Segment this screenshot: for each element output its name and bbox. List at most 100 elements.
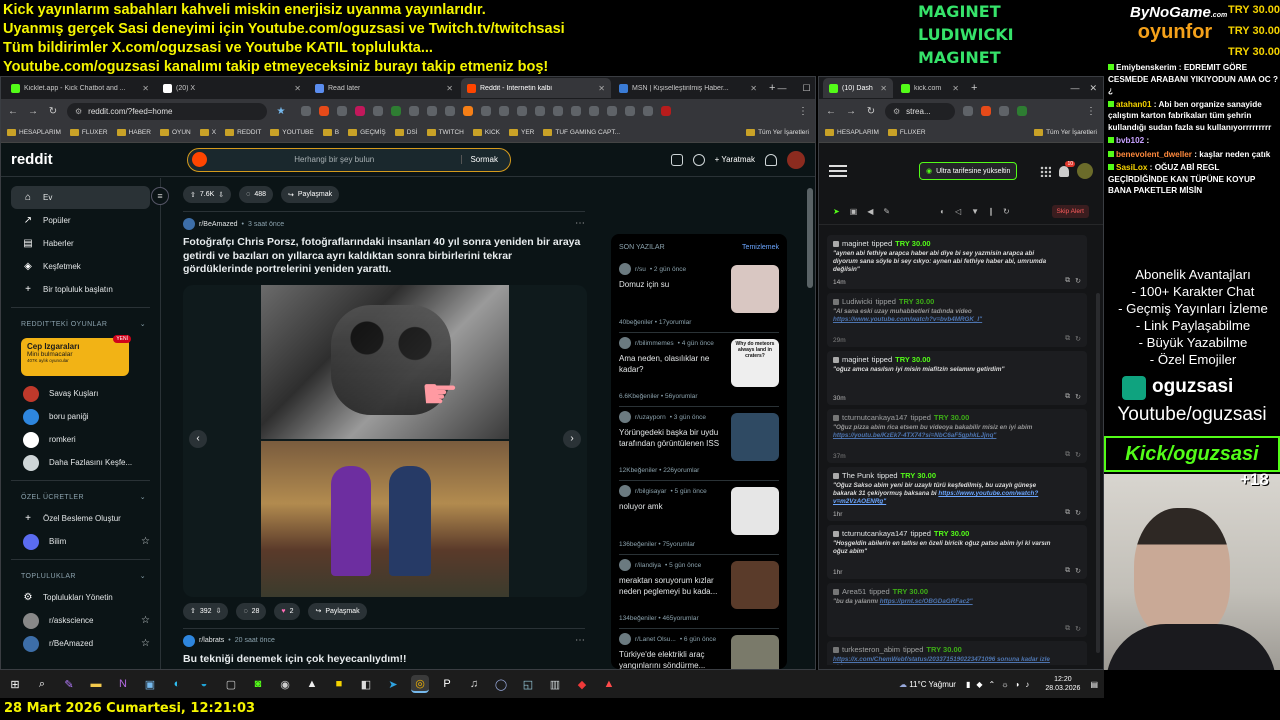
games-heading[interactable]: REDDIT'TEKİ OYUNLAR ⌄ <box>11 314 150 334</box>
search-icon[interactable]: ⌕ <box>33 675 51 693</box>
send-icon[interactable]: ➤ <box>833 207 840 216</box>
bookmark-item[interactable]: FLUXER <box>887 129 926 136</box>
bookmark-item[interactable]: X <box>199 129 216 136</box>
post-subreddit[interactable]: r/BeAmazed <box>199 221 238 228</box>
reload-icon[interactable]: ↻ <box>865 106 877 117</box>
extension-icon[interactable] <box>571 106 581 116</box>
xbox-icon[interactable]: ◙ <box>249 675 267 693</box>
bookmark-item[interactable]: HABER <box>116 129 151 136</box>
extension-icon[interactable] <box>391 106 401 116</box>
streamer-icon[interactable]: ▲ <box>600 675 618 693</box>
extension-icon[interactable] <box>999 106 1009 116</box>
extension-icon[interactable] <box>553 106 563 116</box>
more-options-icon[interactable]: ⋯ <box>575 635 585 646</box>
trello-icon[interactable]: ▥ <box>546 675 564 693</box>
create-button[interactable]: + Yaratmak <box>715 155 755 164</box>
unity-icon[interactable]: ▲ <box>303 675 321 693</box>
shield-icon[interactable]: ◐ <box>940 207 945 216</box>
extension-icon[interactable] <box>319 106 329 116</box>
bookmark-star-icon[interactable]: ★ <box>275 106 287 117</box>
ask-button[interactable]: Sormak <box>461 155 506 164</box>
notification-bell-icon[interactable]: 10 <box>1059 160 1075 177</box>
sidebar-item[interactable]: Savaş Kuşları <box>11 382 150 405</box>
bookmark-item[interactable]: TUF GAMING CAPT... <box>543 129 620 136</box>
recent-post[interactable]: r/uzayporn • 3 gün önce Yörüngedeki başka … <box>619 407 779 481</box>
tip-message-link[interactable]: https://x.com/ChemWebf/status/2033715190… <box>833 656 1050 665</box>
gallery-prev-button[interactable]: ‹ <box>189 429 207 448</box>
copy-icon[interactable]: ⧉ <box>1065 335 1070 343</box>
recent-post[interactable]: r/Lanet Olsu... • 6 gün önce Türkiye'de el… <box>619 629 779 669</box>
post-gallery[interactable]: ☛ ‹ › <box>183 284 587 597</box>
apps-grid-icon[interactable] <box>1040 165 1051 177</box>
browser-tab[interactable]: Reddit - İnternetin kalbi ✕ <box>461 78 611 98</box>
weather-widget[interactable]: ☁ 11°C Yağmur <box>899 680 956 689</box>
reload-icon[interactable]: ↻ <box>47 106 59 117</box>
tip-alert[interactable]: Ludiwicki tipped TRY 30.00 "Al sana eski uz… <box>827 293 1087 347</box>
reddit-search[interactable]: Herhangi bir şey bulun Sormak <box>187 147 511 172</box>
scrollbar-thumb[interactable] <box>807 188 813 288</box>
tip-alert[interactable]: maginet tipped TRY 30.00 "oğuz amca nasılsı… <box>827 351 1087 405</box>
recent-post[interactable]: r/ilandiya • 5 gün önce meraktan soruyorum… <box>619 555 779 629</box>
back-icon[interactable]: ← <box>7 106 19 117</box>
comments-pill[interactable]: ◌ 28 <box>236 602 267 620</box>
extension-icon[interactable] <box>355 106 365 116</box>
recent-post[interactable]: r/su • 2 gün önce Domuz için su 40beğeniler… <box>619 259 779 333</box>
audio-icon[interactable]: ♫ <box>465 675 483 693</box>
copy-icon[interactable]: ⧉ <box>1065 451 1070 459</box>
megaphone-icon[interactable]: ◀ <box>867 207 873 216</box>
post-title[interactable]: Fotoğrafçı Chris Porsz, fotoğraflarındak… <box>183 236 585 277</box>
note-icon[interactable]: ◱ <box>519 675 537 693</box>
onenote-icon[interactable]: N <box>114 675 132 693</box>
new-tab-button[interactable]: + <box>971 82 977 94</box>
tip-message-link[interactable]: https://prnt.sc/OBGDaGRFac2" <box>880 598 973 605</box>
tab-close-icon[interactable]: ✕ <box>750 84 757 93</box>
explorer-icon[interactable]: ▬ <box>87 675 105 693</box>
hamburger-menu-icon[interactable] <box>829 165 847 177</box>
communities-heading[interactable]: TOPLULUKLAR ⌄ <box>11 566 150 586</box>
extension-icon[interactable] <box>661 106 671 116</box>
sidebar-item[interactable]: ▤ Haberler <box>11 232 150 255</box>
browser-tab[interactable]: MSN | Kişiselleştirilmiş Haber... ✕ <box>613 78 763 98</box>
ads-icon[interactable] <box>670 153 683 166</box>
bookmark-item[interactable]: FLUXER <box>69 129 108 136</box>
favorite-star-icon[interactable]: ☆ <box>141 615 150 626</box>
notification-center-icon[interactable]: ▤ <box>1090 680 1098 689</box>
extension-icon[interactable] <box>409 106 419 116</box>
p-icon[interactable]: P <box>438 675 456 693</box>
bookmark-item[interactable]: DSİ <box>394 129 418 136</box>
browser-tab[interactable]: (10) Dash ✕ <box>823 78 893 98</box>
sidebar-item[interactable]: Daha Fazlasını Keşfe... <box>11 451 150 474</box>
pause-icon[interactable]: ∥ <box>989 207 993 216</box>
tip-message-link[interactable]: https://youtu.be/KzEk7-4TX74?si=NbC6aF5g… <box>833 432 996 439</box>
bookmark-item[interactable]: HESAPLARIM <box>7 129 61 136</box>
bookmark-item[interactable]: YOUTUBE <box>270 129 314 136</box>
tip-message-link[interactable]: https://www.youtube.com/watch?v=bvb4MRGK… <box>833 316 982 323</box>
replay-icon[interactable]: ↻ <box>1075 393 1081 401</box>
copy-icon[interactable]: ⧉ <box>1065 509 1070 517</box>
bookmark-item[interactable]: KICK <box>472 129 500 136</box>
comments-pill[interactable]: ◌ 488 <box>239 186 274 203</box>
bookmark-item[interactable]: OYUN <box>159 129 191 136</box>
page-scrollbar[interactable] <box>807 178 813 669</box>
sticky-icon[interactable]: ■ <box>330 675 348 693</box>
post-title[interactable]: Bu tekniği denemek için çok heyecanlıydı… <box>183 653 585 665</box>
chrome-icon[interactable]: ◎ <box>411 675 429 693</box>
extension-icon[interactable] <box>499 106 509 116</box>
maximize-icon[interactable]: ☐ <box>802 83 810 94</box>
share-pill[interactable]: ↪ Paylaşmak <box>308 602 367 620</box>
post-card[interactable]: r/labrats • 20 saat önce ⋯ Bu tekniği de… <box>169 629 599 670</box>
brush-icon[interactable]: ✎ <box>883 207 890 216</box>
extension-icon[interactable] <box>981 106 991 116</box>
sidebar-item[interactable]: Bilim ☆ <box>11 530 150 553</box>
close-icon[interactable]: ✕ <box>1089 83 1097 94</box>
bookmark-item[interactable]: HESAPLARIM <box>825 129 879 136</box>
extension-icon[interactable] <box>607 106 617 116</box>
extension-icon[interactable] <box>481 106 491 116</box>
custom-feeds-heading[interactable]: ÖZEL ÜCRETLER ⌄ <box>11 487 150 507</box>
tip-alert[interactable]: The Punk tipped TRY 30.00 "Oğuz Sakso abim … <box>827 467 1087 521</box>
copy-icon[interactable]: ⧉ <box>1065 277 1070 285</box>
replay-icon[interactable]: ↻ <box>1075 567 1081 575</box>
window-icon[interactable]: ▣ <box>141 675 159 693</box>
copy-icon[interactable]: ⧉ <box>1065 567 1070 575</box>
replay-icon[interactable]: ↻ <box>1075 451 1081 459</box>
